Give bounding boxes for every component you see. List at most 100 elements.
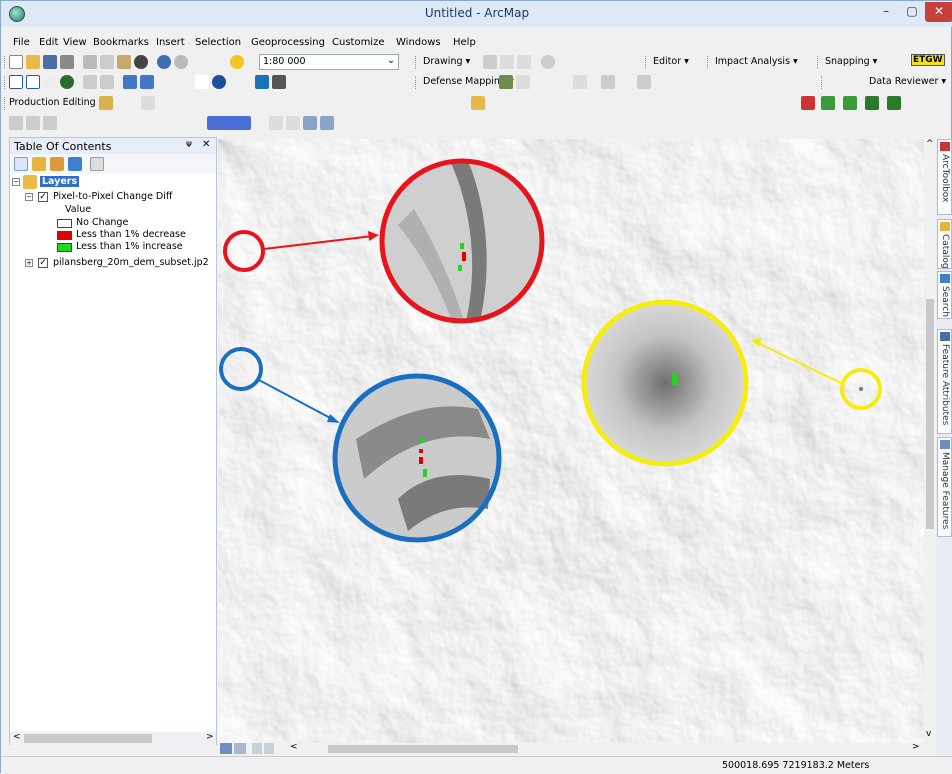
pause-drawing-icon[interactable]	[264, 743, 274, 754]
reviewer-tool-icon[interactable]	[801, 96, 815, 110]
menu-edit[interactable]: Edit	[39, 37, 58, 48]
layout-tool4-icon[interactable]	[269, 116, 283, 130]
list-by-visibility-icon[interactable]	[50, 157, 64, 171]
new-document-icon[interactable]	[9, 55, 23, 69]
menu-geoprocessing[interactable]: Geoprocessing	[251, 37, 325, 48]
menu-bookmarks[interactable]: Bookmarks	[93, 37, 149, 48]
full-extent-icon[interactable]	[60, 75, 74, 89]
defense-tool4-icon[interactable]	[601, 75, 615, 89]
measure-icon[interactable]	[255, 75, 269, 89]
forward-extent-icon[interactable]	[140, 75, 154, 89]
fixed-zoom-out-icon[interactable]	[100, 75, 114, 89]
add-data-icon[interactable]	[230, 55, 244, 69]
layers-group[interactable]: Layers	[40, 176, 80, 187]
production-editing-menu[interactable]: Production Editing ▾	[9, 97, 103, 108]
toolbar-grip[interactable]	[415, 56, 418, 69]
scroll-right-icon[interactable]: >	[206, 732, 214, 742]
reviewer-tool3-icon[interactable]	[843, 96, 857, 110]
map-hscroll-thumb[interactable]	[328, 745, 518, 753]
minimize-button[interactable]: –	[873, 2, 899, 22]
map-horizontal-scrollbar[interactable]: < >	[218, 742, 924, 755]
toolbar-grip[interactable]	[4, 56, 7, 69]
edit-pencil-icon[interactable]	[99, 96, 113, 110]
undo-icon[interactable]	[157, 55, 171, 69]
etgw-button[interactable]: ETGW	[911, 54, 945, 66]
reviewer-tool4-icon[interactable]	[865, 96, 879, 110]
delete-icon[interactable]	[134, 55, 148, 69]
catalog-tab[interactable]: Catalog	[937, 219, 952, 269]
list-by-source-icon[interactable]	[32, 157, 46, 171]
toolbar-grip[interactable]	[415, 76, 418, 89]
defense-tool3-icon[interactable]	[573, 75, 587, 89]
map-view[interactable]	[218, 139, 924, 743]
list-by-drawing-order-icon[interactable]	[14, 157, 28, 171]
menu-file[interactable]: File	[13, 37, 30, 48]
select-elements-icon[interactable]	[195, 75, 209, 89]
chevron-down-icon[interactable]: ⌄	[387, 55, 395, 66]
layer1-collapse-toggle[interactable]: −	[25, 193, 33, 201]
toc-close-button[interactable]: ✕	[202, 139, 210, 150]
scroll-left-icon[interactable]: <	[290, 742, 298, 752]
refresh-icon[interactable]	[252, 743, 262, 754]
print-icon[interactable]	[60, 55, 74, 69]
defense-tool2-icon[interactable]	[516, 75, 530, 89]
layout-view-icon[interactable]	[234, 743, 246, 754]
fixed-zoom-in-icon[interactable]	[83, 75, 97, 89]
snapping-menu[interactable]: Snapping ▾	[825, 56, 877, 67]
map-scale-combo[interactable]: 1:80 000 ⌄	[259, 54, 399, 70]
production-tool2-icon[interactable]	[471, 96, 485, 110]
scroll-left-icon[interactable]: <	[13, 732, 21, 742]
toolbar-grip[interactable]	[821, 76, 824, 89]
feature-attributes-tab[interactable]: Feature Attributes	[937, 329, 952, 434]
redo-icon[interactable]	[174, 55, 188, 69]
back-extent-icon[interactable]	[123, 75, 137, 89]
scroll-right-icon[interactable]: >	[912, 742, 920, 752]
copy-icon[interactable]	[100, 55, 114, 69]
line-tool-icon[interactable]	[517, 55, 531, 69]
paste-icon[interactable]	[117, 55, 131, 69]
layout-color-bar[interactable]	[207, 116, 251, 130]
layer2-expand-toggle[interactable]: +	[25, 259, 33, 267]
map-vscroll-thumb[interactable]	[926, 299, 934, 529]
production-tool-icon[interactable]	[141, 96, 155, 110]
toolbar-grip[interactable]	[707, 56, 710, 69]
layer1-visibility-checkbox[interactable]: ✓	[38, 192, 48, 202]
save-icon[interactable]	[43, 55, 57, 69]
toolbar-grip[interactable]	[817, 56, 820, 69]
zoom-in-icon[interactable]	[9, 75, 23, 89]
layout-tool5-icon[interactable]	[286, 116, 300, 130]
layer2-visibility-checkbox[interactable]: ✓	[38, 258, 48, 268]
menu-selection[interactable]: Selection	[195, 37, 241, 48]
pin-icon[interactable]: ᴪ	[186, 139, 192, 150]
defense-tool-icon[interactable]	[499, 75, 513, 89]
identify-icon[interactable]	[212, 75, 226, 89]
toolbar-grip[interactable]	[645, 56, 648, 69]
toolbar-grip[interactable]	[4, 76, 7, 89]
defense-tool5-icon[interactable]	[637, 75, 651, 89]
impact-analysis-menu[interactable]: Impact Analysis ▾	[715, 56, 798, 67]
reviewer-tool5-icon[interactable]	[887, 96, 901, 110]
draw-tool-icon[interactable]	[483, 55, 497, 69]
pan-icon[interactable]	[43, 75, 57, 89]
map-vertical-scrollbar[interactable]: ^ v	[924, 139, 936, 743]
fill-color-icon[interactable]	[541, 55, 555, 69]
layer2-name[interactable]: pilansberg_20m_dem_subset.jp2	[53, 257, 209, 268]
data-reviewer-menu[interactable]: Data Reviewer ▾	[869, 76, 946, 87]
open-folder-icon[interactable]	[26, 55, 40, 69]
layout-tool7-icon[interactable]	[320, 116, 334, 130]
zoom-out-icon[interactable]	[26, 75, 40, 89]
editor-menu[interactable]: Editor ▾	[653, 56, 689, 67]
list-by-selection-icon[interactable]	[68, 157, 82, 171]
close-button[interactable]: ✕	[925, 2, 952, 22]
layout-tool-icon[interactable]	[9, 116, 23, 130]
layout-tool3-icon[interactable]	[43, 116, 57, 130]
reviewer-tool2-icon[interactable]	[821, 96, 835, 110]
toc-scroll-thumb[interactable]	[24, 734, 152, 743]
menu-help[interactable]: Help	[453, 37, 476, 48]
layers-collapse-toggle[interactable]: −	[12, 178, 20, 186]
search-tab[interactable]: Search	[937, 271, 952, 319]
toolbar-grip[interactable]	[4, 97, 7, 110]
menu-windows[interactable]: Windows	[396, 37, 441, 48]
toc-options-icon[interactable]	[90, 157, 104, 171]
layout-tool6-icon[interactable]	[303, 116, 317, 130]
